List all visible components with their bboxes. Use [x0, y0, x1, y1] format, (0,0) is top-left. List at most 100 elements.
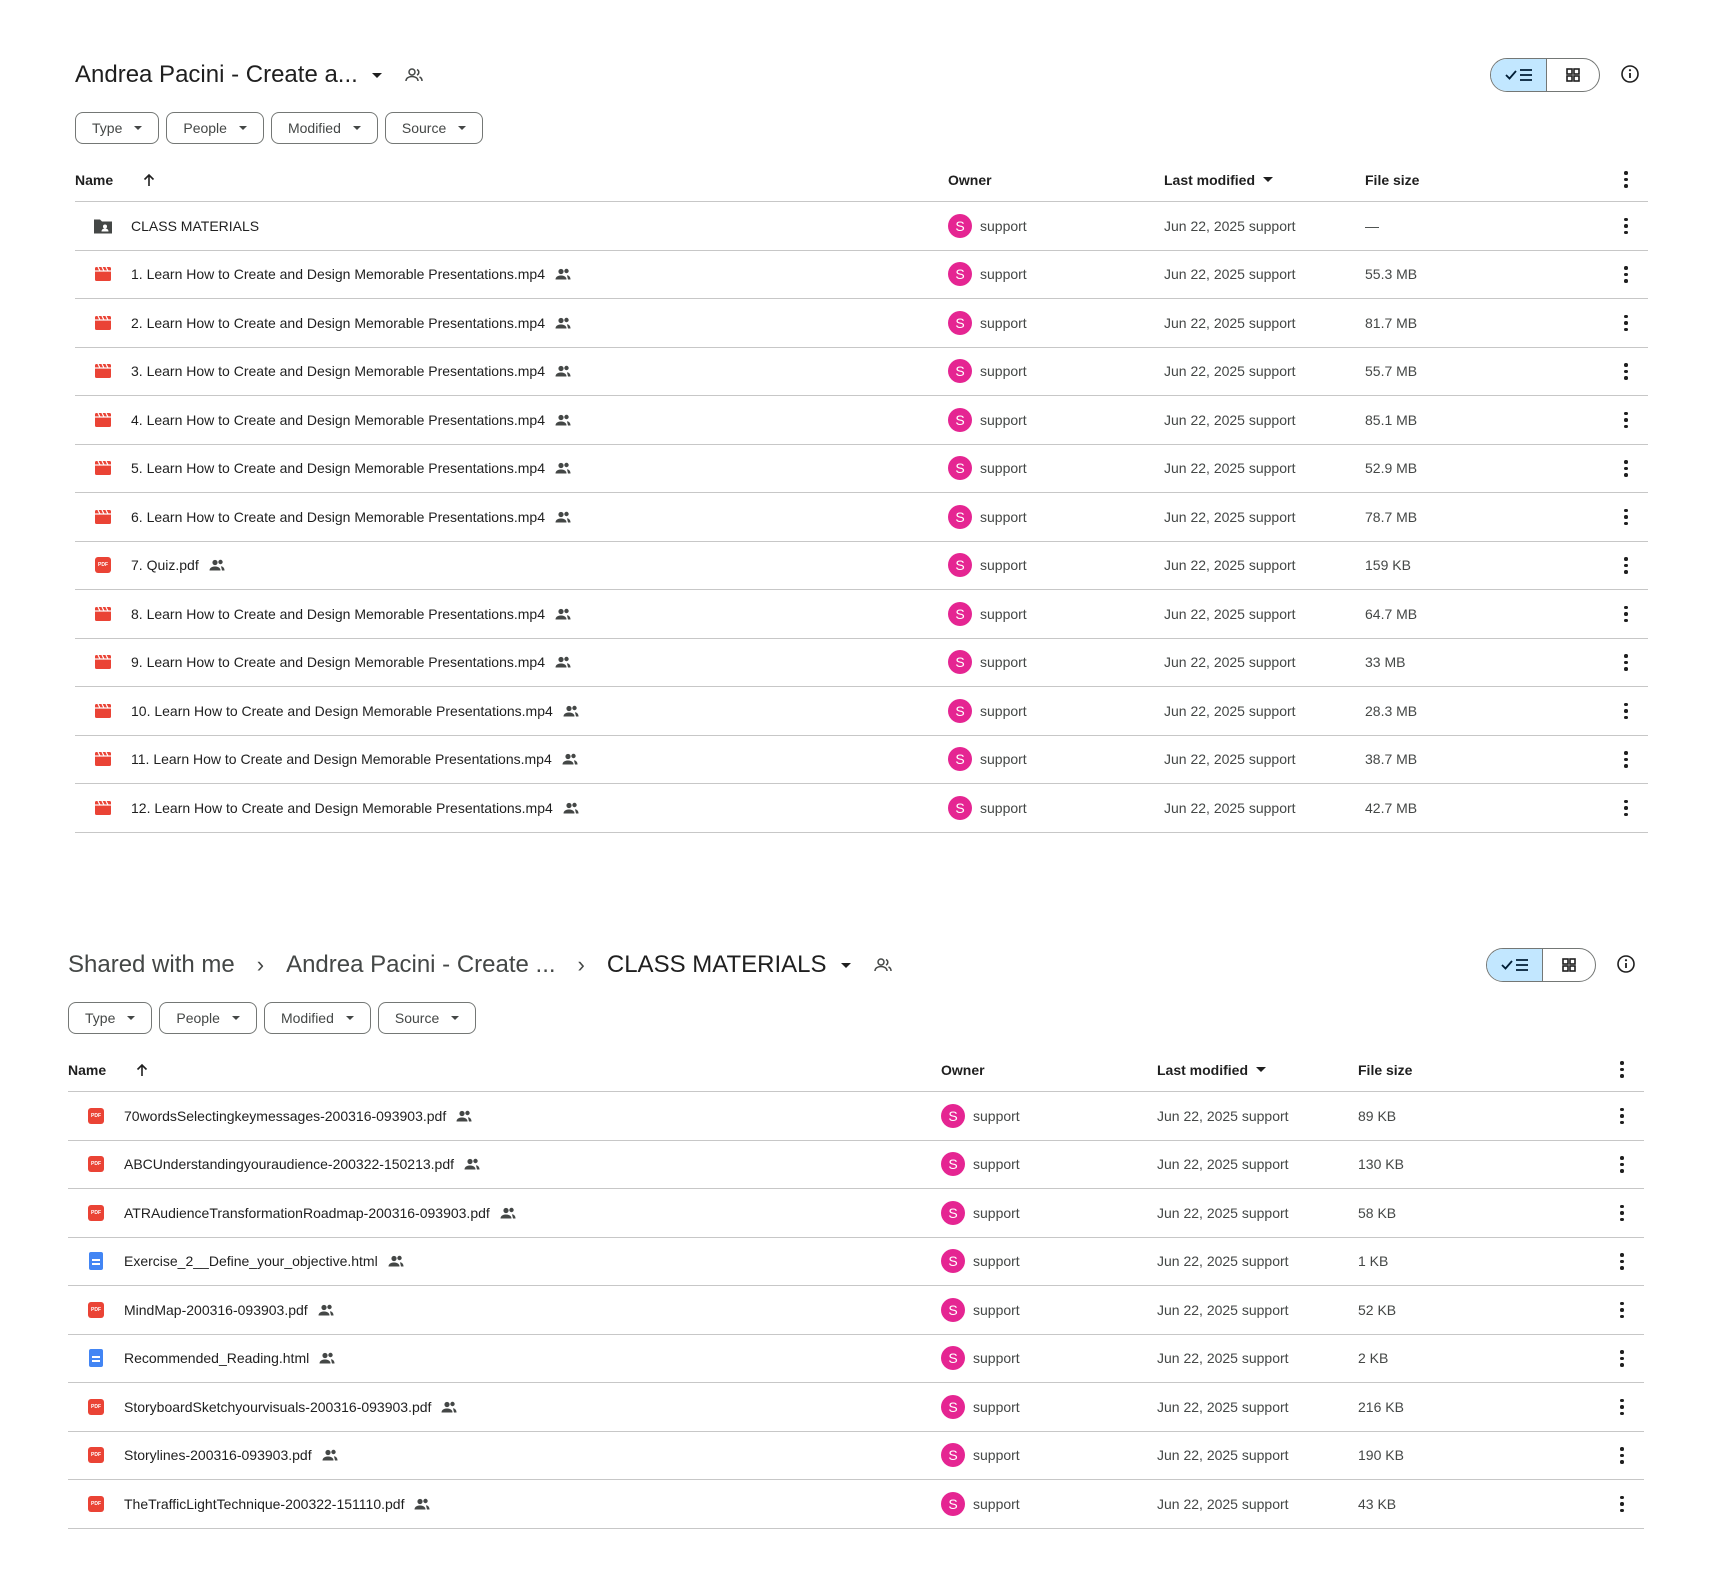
more-actions-button[interactable] — [1604, 266, 1648, 283]
more-options-header-button[interactable] — [1604, 171, 1648, 188]
filter-type-chip[interactable]: Type — [68, 1002, 153, 1034]
list-view-button[interactable] — [1491, 59, 1547, 91]
arrow-up-icon[interactable] — [141, 172, 157, 188]
avatar[interactable]: S — [948, 553, 972, 578]
avatar[interactable]: S — [941, 1103, 965, 1128]
table-row[interactable]: PDF 70wordsSelectingkeymessages-200316-09… — [68, 1092, 1644, 1141]
avatar[interactable]: S — [941, 1249, 965, 1274]
table-row[interactable]: Recommended_Reading.html Ssupport Jun 22, … — [68, 1335, 1644, 1383]
avatar[interactable]: S — [948, 795, 972, 820]
avatar[interactable]: S — [941, 1200, 965, 1225]
table-row[interactable]: 9. Learn How to Create and Design Memora… — [75, 639, 1648, 687]
more-actions-button[interactable] — [1600, 1495, 1644, 1512]
avatar[interactable]: S — [948, 262, 972, 287]
more-actions-button[interactable] — [1600, 1350, 1644, 1367]
breadcrumb-course-folder[interactable]: Andrea Pacini - Create ... — [286, 951, 555, 979]
more-actions-button[interactable] — [1604, 654, 1648, 671]
name-header-label: Name — [75, 171, 114, 188]
file-name: 11. Learn How to Create and Design Memor… — [131, 751, 552, 768]
name-column-header[interactable]: Name — [75, 172, 948, 188]
table-row[interactable]: 10. Learn How to Create and Design Memor… — [75, 687, 1648, 736]
avatar[interactable]: S — [941, 1152, 965, 1177]
table-row[interactable]: PDF ATRAudienceTransformationRoadmap-2003… — [68, 1189, 1644, 1238]
table-row[interactable]: 5. Learn How to Create and Design Memora… — [75, 445, 1648, 493]
more-actions-button[interactable] — [1604, 411, 1648, 428]
more-actions-button[interactable] — [1600, 1447, 1644, 1464]
more-actions-button[interactable] — [1604, 314, 1648, 331]
more-actions-button[interactable] — [1600, 1253, 1644, 1270]
table-row[interactable]: 6. Learn How to Create and Design Memora… — [75, 493, 1648, 542]
more-actions-button[interactable] — [1604, 799, 1648, 816]
table-row[interactable]: CLASS MATERIALS Ssupport Jun 22, 2025 supp… — [75, 202, 1648, 251]
more-actions-button[interactable] — [1600, 1107, 1644, 1124]
avatar[interactable]: S — [948, 407, 972, 432]
avatar[interactable]: S — [941, 1297, 965, 1322]
name-column-header[interactable]: Name — [68, 1062, 941, 1078]
table-row[interactable]: 1. Learn How to Create and Design Memora… — [75, 251, 1648, 299]
table-row[interactable]: 2. Learn How to Create and Design Memora… — [75, 299, 1648, 348]
avatar[interactable]: S — [941, 1394, 965, 1419]
filter-type-chip[interactable]: Type — [75, 112, 160, 144]
more-actions-button[interactable] — [1604, 460, 1648, 477]
table-row[interactable]: PDF StoryboardSketchyourvisuals-200316-09… — [68, 1383, 1644, 1432]
avatar[interactable]: S — [948, 698, 972, 723]
file-size-cell: 81.7 MB — [1365, 314, 1418, 331]
more-actions-button[interactable] — [1604, 217, 1648, 234]
breadcrumb-shared-with-me[interactable]: Shared with me — [68, 951, 235, 979]
avatar[interactable]: S — [941, 1346, 965, 1371]
arrow-up-icon[interactable] — [134, 1062, 150, 1078]
filter-source-chip[interactable]: Source — [384, 112, 484, 144]
info-icon[interactable] — [1620, 64, 1640, 84]
modified-column-header[interactable]: Last modified — [1157, 1062, 1358, 1078]
filter-people-chip[interactable]: People — [166, 112, 264, 144]
avatar[interactable]: S — [948, 310, 972, 335]
info-icon[interactable] — [1616, 954, 1636, 974]
more-actions-button[interactable] — [1604, 605, 1648, 622]
filter-people-chip[interactable]: People — [159, 1002, 257, 1034]
table-row[interactable]: 12. Learn How to Create and Design Memor… — [75, 784, 1648, 833]
table-row[interactable]: PDF 7. Quiz.pdf Ssupport Jun 22, 2025 suppo… — [75, 542, 1648, 590]
more-options-header-button[interactable] — [1600, 1061, 1644, 1078]
avatar[interactable]: S — [948, 456, 972, 481]
table-row[interactable]: PDF Storylines-200316-093903.pdf Ssupport J… — [68, 1432, 1644, 1480]
more-actions-button[interactable] — [1604, 508, 1648, 525]
shared-people-icon[interactable] — [873, 955, 893, 975]
avatar[interactable]: S — [948, 504, 972, 529]
filter-modified-chip[interactable]: Modified — [270, 112, 378, 144]
grid-view-button[interactable] — [1543, 949, 1595, 981]
filter-modified-chip[interactable]: Modified — [263, 1002, 371, 1034]
more-actions-button[interactable] — [1600, 1204, 1644, 1221]
grid-view-button[interactable] — [1547, 59, 1599, 91]
modified-column-header[interactable]: Last modified — [1164, 172, 1365, 188]
avatar[interactable]: S — [948, 650, 972, 675]
filter-source-chip[interactable]: Source — [377, 1002, 477, 1034]
table-row[interactable]: Exercise_2__Define_your_objective.html Ss… — [68, 1238, 1644, 1286]
folder-title-menu[interactable]: CLASS MATERIALS — [607, 951, 851, 979]
avatar[interactable]: S — [948, 359, 972, 384]
owner-name: support — [980, 460, 1027, 477]
table-row[interactable]: PDF TheTrafficLightTechnique-200322-15111… — [68, 1480, 1644, 1529]
more-actions-button[interactable] — [1600, 1301, 1644, 1318]
avatar[interactable]: S — [941, 1443, 965, 1468]
table-row[interactable]: PDF ABCUnderstandingyouraudience-200322-1… — [68, 1141, 1644, 1189]
shared-people-icon[interactable] — [404, 65, 424, 85]
more-actions-button[interactable] — [1604, 557, 1648, 574]
table-row[interactable]: 4. Learn How to Create and Design Memora… — [75, 396, 1648, 445]
more-actions-button[interactable] — [1600, 1398, 1644, 1415]
view-toggle — [1486, 948, 1596, 982]
more-actions-button[interactable] — [1604, 702, 1648, 719]
avatar[interactable]: S — [941, 1491, 965, 1516]
avatar[interactable]: S — [948, 747, 972, 772]
more-actions-button[interactable] — [1600, 1156, 1644, 1173]
more-actions-button[interactable] — [1604, 751, 1648, 768]
list-view-button[interactable] — [1487, 949, 1543, 981]
table-row[interactable]: 11. Learn How to Create and Design Memor… — [75, 736, 1648, 784]
more-actions-button[interactable] — [1604, 363, 1648, 380]
table-row[interactable]: PDF MindMap-200316-093903.pdf Ssupport Jun … — [68, 1286, 1644, 1335]
avatar[interactable]: S — [948, 213, 972, 238]
folder-title-menu[interactable]: Andrea Pacini - Create a... — [75, 61, 382, 89]
more-vert-icon — [1620, 1350, 1624, 1367]
avatar[interactable]: S — [948, 601, 972, 626]
table-row[interactable]: 8. Learn How to Create and Design Memora… — [75, 590, 1648, 639]
table-row[interactable]: 3. Learn How to Create and Design Memora… — [75, 348, 1648, 396]
